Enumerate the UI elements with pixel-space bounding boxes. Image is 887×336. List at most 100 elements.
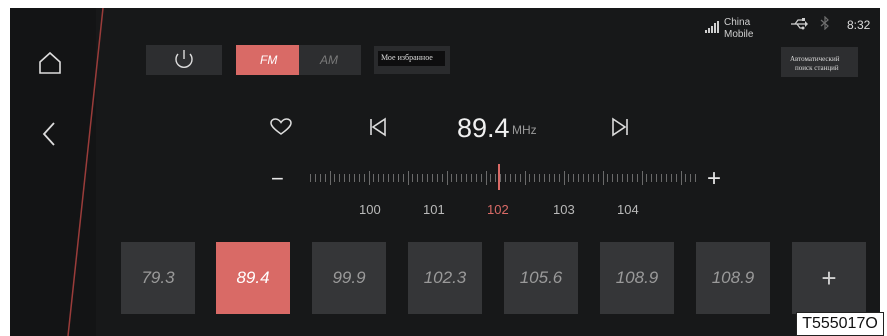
scale-tick bbox=[564, 171, 565, 185]
preset-button[interactable]: 99.9 bbox=[312, 242, 386, 314]
scale-tick bbox=[495, 174, 496, 182]
scale-tick bbox=[427, 174, 428, 182]
scale-tick bbox=[515, 174, 516, 182]
scale-tick bbox=[651, 174, 652, 182]
scale-tick bbox=[320, 174, 321, 182]
favorites-label: Мое избранное bbox=[381, 53, 433, 62]
signal-icon bbox=[705, 20, 721, 33]
scale-tick bbox=[676, 174, 677, 182]
scale-tick bbox=[432, 174, 433, 182]
preset-button[interactable]: 79.3 bbox=[121, 242, 195, 314]
scale-tick bbox=[364, 174, 365, 182]
scale-label-highlighted: 102 bbox=[487, 202, 509, 217]
scale-tick bbox=[593, 174, 594, 182]
scale-tick bbox=[476, 174, 477, 182]
scale-tick bbox=[529, 174, 530, 182]
scale-tick bbox=[369, 171, 370, 185]
scale-tick bbox=[505, 174, 506, 182]
scale-tick bbox=[637, 174, 638, 182]
band-am-label: AM bbox=[320, 53, 338, 67]
scale-tick bbox=[612, 174, 613, 182]
scale-tick bbox=[607, 174, 608, 182]
add-preset-button[interactable]: + bbox=[792, 242, 866, 314]
frequency-value: 89.4 bbox=[457, 113, 510, 143]
preset-button[interactable]: 108.9 bbox=[600, 242, 674, 314]
preset-label: 105.6 bbox=[519, 268, 563, 287]
scale-tick bbox=[412, 174, 413, 182]
auto-search-label-line1: Автоматический bbox=[790, 55, 840, 63]
scale-label: 103 bbox=[553, 202, 575, 217]
scale-tick bbox=[383, 174, 384, 182]
preset-label: 108.9 bbox=[711, 268, 755, 287]
favorites-button[interactable]: Мое избранное bbox=[374, 46, 450, 74]
favorites-label-box: Мое избранное bbox=[378, 51, 445, 66]
scale-tick bbox=[442, 174, 443, 182]
scale-tick bbox=[398, 174, 399, 182]
band-fm-button[interactable]: FM bbox=[236, 45, 299, 75]
preset-label: 79.3 bbox=[141, 268, 175, 287]
scale-tick bbox=[588, 174, 589, 182]
scale-tick bbox=[695, 174, 696, 182]
preset-button[interactable]: 105.6 bbox=[504, 242, 578, 314]
scale-tick bbox=[525, 171, 526, 185]
tune-up-button[interactable]: + bbox=[707, 165, 721, 193]
scale-tick bbox=[354, 174, 355, 182]
scale-tick bbox=[544, 174, 545, 182]
heart-icon[interactable] bbox=[270, 118, 292, 136]
scale-tick bbox=[349, 174, 350, 182]
scale-tick bbox=[642, 171, 643, 185]
scale-tick bbox=[520, 174, 521, 182]
scale-tick bbox=[325, 174, 326, 182]
bluetooth-icon bbox=[820, 15, 830, 31]
scale-tick bbox=[500, 174, 501, 182]
scale-tick bbox=[559, 174, 560, 182]
scale-tick bbox=[666, 174, 667, 182]
skip-previous-icon[interactable] bbox=[369, 117, 387, 137]
scale-label: 100 bbox=[359, 202, 381, 217]
auto-search-label-line2: поиск станций bbox=[795, 64, 839, 72]
add-preset-label: + bbox=[821, 262, 837, 293]
scale-tick bbox=[685, 174, 686, 182]
radio-screen: FM AM Мое избранное China Mobile 8:32 Ав… bbox=[10, 8, 880, 336]
usb-icon bbox=[790, 17, 808, 31]
scale-tick bbox=[344, 174, 345, 182]
scale-tick bbox=[554, 174, 555, 182]
scale-tick bbox=[330, 171, 331, 185]
scale-tick bbox=[437, 174, 438, 182]
clock-time: 8:32 bbox=[847, 18, 871, 32]
scale-tick bbox=[334, 174, 335, 182]
band-am-button[interactable]: AM bbox=[299, 45, 361, 75]
scale-tick bbox=[461, 174, 462, 182]
scale-label: 104 bbox=[617, 202, 639, 217]
tune-down-button[interactable]: − bbox=[271, 166, 284, 192]
preset-label: 108.9 bbox=[615, 268, 659, 287]
power-icon bbox=[175, 50, 193, 68]
preset-button[interactable]: 102.3 bbox=[408, 242, 482, 314]
auto-search-button[interactable]: Автоматический поиск станций bbox=[781, 47, 858, 77]
scale-tick bbox=[656, 174, 657, 182]
scale-tick bbox=[627, 174, 628, 182]
scale-tick bbox=[447, 171, 448, 185]
power-button[interactable] bbox=[146, 45, 222, 75]
scale-tick bbox=[486, 171, 487, 185]
scale-tick bbox=[466, 174, 467, 182]
scale-tick bbox=[534, 174, 535, 182]
frequency-unit: MHz bbox=[512, 123, 537, 137]
skip-next-icon[interactable] bbox=[611, 117, 629, 137]
carrier-name-line1: China bbox=[724, 17, 751, 28]
scale-tick bbox=[510, 174, 511, 182]
preset-label: 99.9 bbox=[332, 268, 366, 287]
scale-tick bbox=[359, 174, 360, 182]
preset-label: 89.4 bbox=[236, 268, 270, 287]
home-icon[interactable] bbox=[37, 50, 63, 76]
tuning-scale[interactable] bbox=[310, 171, 700, 187]
back-icon[interactable] bbox=[40, 121, 58, 147]
scale-tick bbox=[422, 174, 423, 182]
scale-label: 101 bbox=[423, 202, 445, 217]
preset-button-active[interactable]: 89.4 bbox=[216, 242, 290, 314]
scale-tick bbox=[598, 174, 599, 182]
scale-tick bbox=[681, 171, 682, 185]
scale-tick bbox=[539, 174, 540, 182]
preset-button[interactable]: 108.9 bbox=[696, 242, 770, 314]
scale-tick bbox=[393, 174, 394, 182]
